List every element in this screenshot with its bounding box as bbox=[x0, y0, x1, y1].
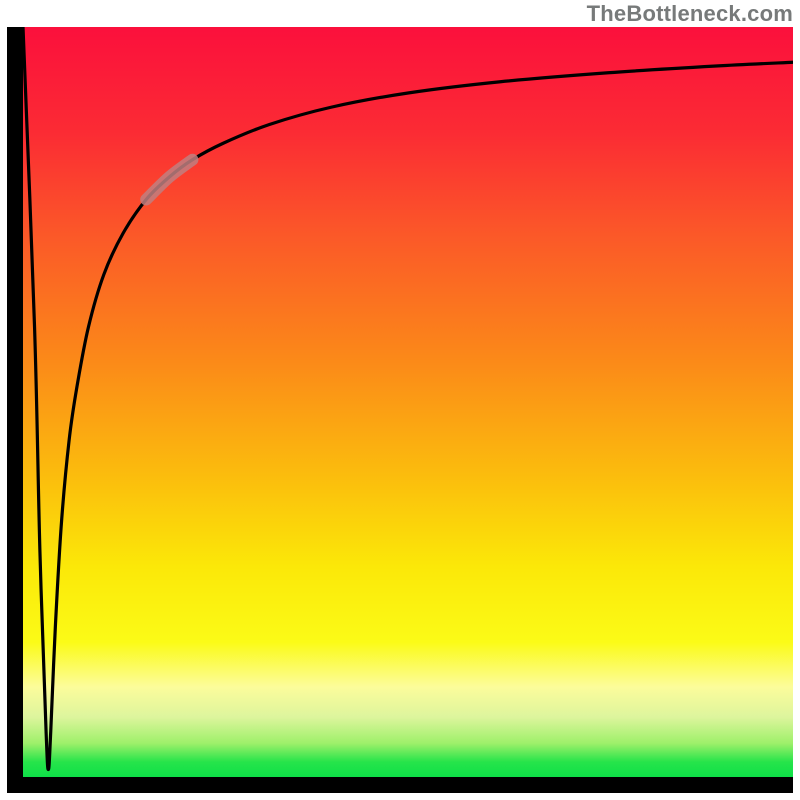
plot-area bbox=[23, 27, 793, 777]
curve-highlight-segment bbox=[146, 160, 192, 200]
curve-svg bbox=[23, 27, 793, 777]
plot-frame bbox=[7, 27, 793, 793]
watermark-text: TheBottleneck.com bbox=[587, 1, 793, 27]
chart-stage: TheBottleneck.com bbox=[0, 0, 800, 800]
bottleneck-curve bbox=[23, 27, 793, 770]
